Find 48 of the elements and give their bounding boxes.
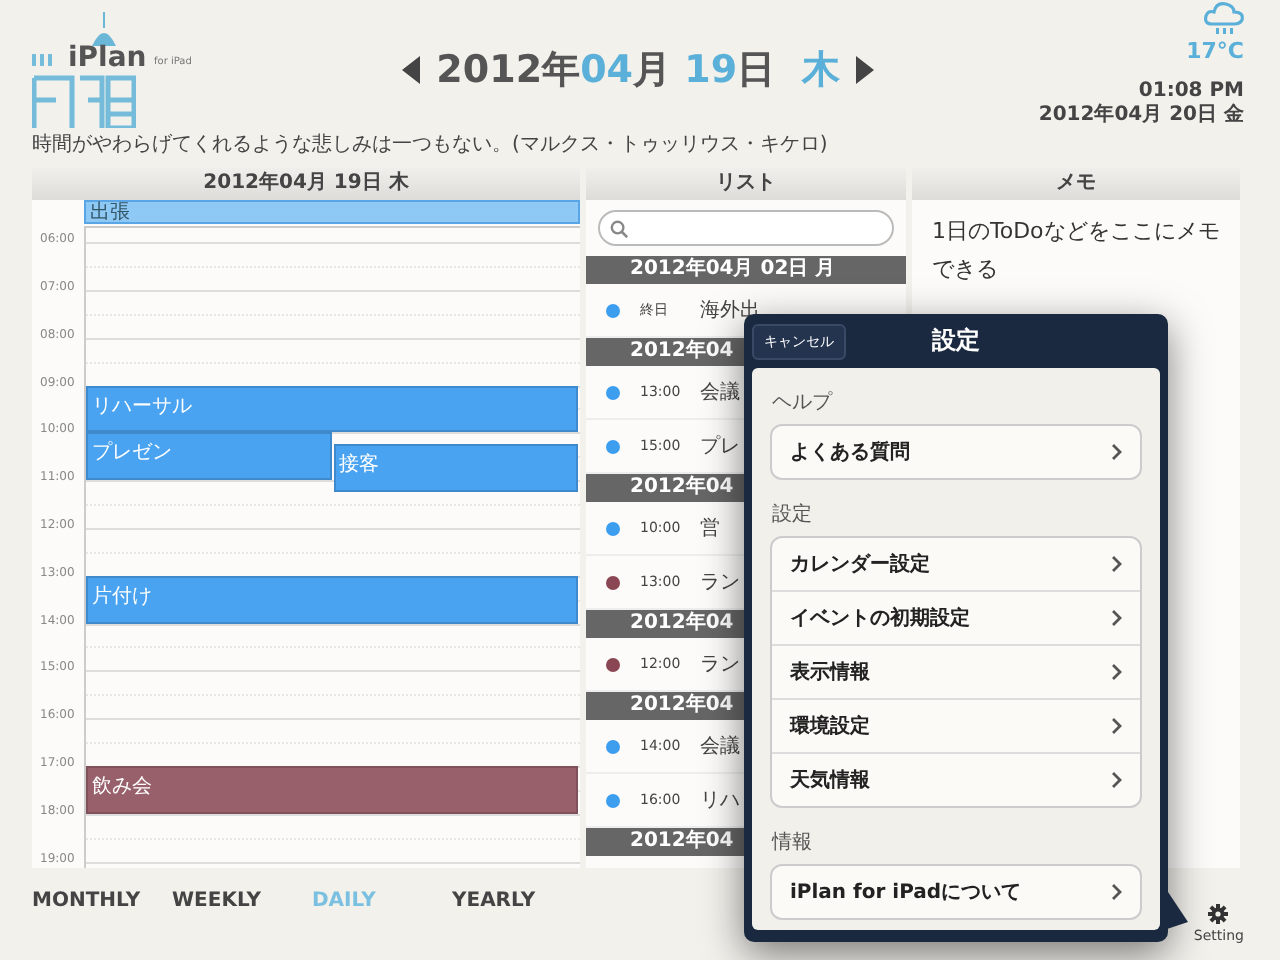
event-title[interactable]: ラン xyxy=(700,568,740,596)
settings-item[interactable]: 天気情報 xyxy=(772,752,1140,806)
settings-item[interactable]: イベントの初期設定 xyxy=(772,590,1140,644)
event-title[interactable]: プレ xyxy=(700,432,740,460)
popover-title: 設定 xyxy=(932,324,980,358)
settings-item[interactable]: カレンダー設定 xyxy=(772,538,1140,590)
all-day-event[interactable]: 出張 xyxy=(84,200,580,224)
temperature-text: 17°C xyxy=(1186,38,1244,64)
event-title[interactable]: ラン xyxy=(700,650,740,678)
time-text: 01:08 PM xyxy=(1138,80,1244,103)
rain-cloud-icon xyxy=(1204,2,1244,38)
chevron-icon xyxy=(1112,664,1122,680)
search-field[interactable] xyxy=(598,210,894,246)
logo-title: iPlan xyxy=(68,42,147,74)
column-header: リスト xyxy=(586,168,906,200)
event-title[interactable]: 会議 xyxy=(700,378,740,406)
gear-icon[interactable] xyxy=(1208,904,1229,924)
memo-text[interactable]: 1日のToDoなどをここにメモできる xyxy=(912,200,1240,300)
column-header: 2012年04月 19日 木 xyxy=(32,168,580,200)
chevron-icon xyxy=(1112,444,1122,460)
next-icon[interactable] xyxy=(855,56,874,84)
view-tab[interactable]: MONTHLY xyxy=(32,890,172,912)
previous-icon[interactable] xyxy=(402,56,421,84)
calendar-event[interactable]: 飲み会 xyxy=(86,765,578,814)
section-title: ヘルプ xyxy=(770,389,835,418)
column-header: メモ xyxy=(912,168,1240,200)
event-title[interactable]: 会議 xyxy=(700,732,740,760)
event-title[interactable]: 営 xyxy=(700,514,720,542)
chevron-icon xyxy=(1112,610,1122,626)
search-icon xyxy=(610,219,628,237)
date-header: 2012年04月 02日 月 xyxy=(586,256,906,284)
lamp-icon xyxy=(90,12,118,48)
section-title: 設定 xyxy=(770,501,814,530)
today-date: 2012年04月 20日 金 xyxy=(1038,104,1244,128)
date-title: 2012年04月 19日 木 xyxy=(436,46,840,96)
view-tab[interactable]: WEEKLY xyxy=(172,890,312,912)
settings-item[interactable]: 表示情報 xyxy=(772,644,1140,698)
quote-text: 時間がやわらげてくれるような悲しみは一つもない。(マルクス・トゥッリウス・キケロ) xyxy=(30,132,830,160)
section-title: 情報 xyxy=(770,829,814,858)
event-title[interactable]: リハ xyxy=(700,786,740,814)
chevron-icon xyxy=(1112,772,1122,788)
chevron-icon xyxy=(1112,556,1122,572)
chevron-icon xyxy=(1112,884,1122,900)
chevron-icon xyxy=(1112,718,1122,734)
settings-item[interactable]: 環境設定 xyxy=(772,698,1140,752)
view-tab[interactable]: YEARLY xyxy=(452,890,592,912)
settings-item[interactable]: iPlan for iPadについて xyxy=(772,866,1140,918)
settings-item[interactable]: よくある質問 xyxy=(772,426,1140,478)
